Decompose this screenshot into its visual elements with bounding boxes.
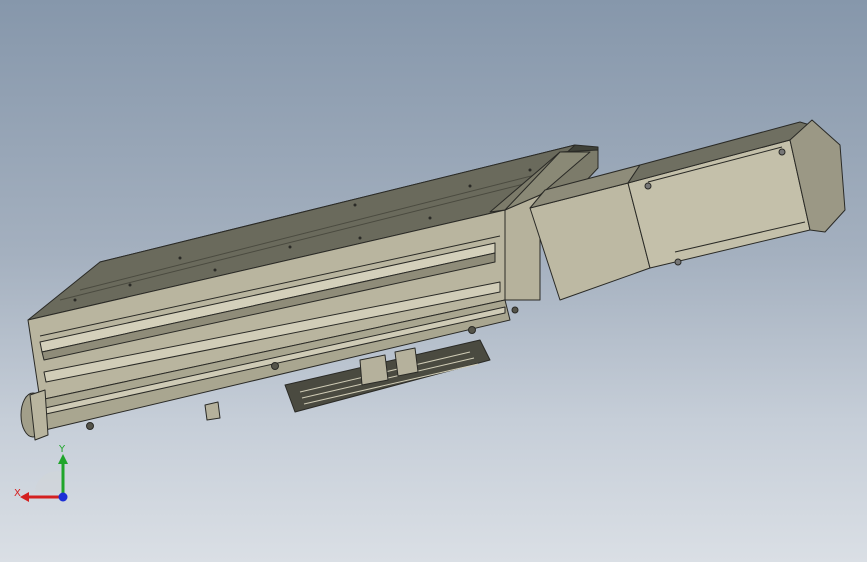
z-axis-dot <box>58 492 68 502</box>
x-axis-label: X <box>14 488 21 499</box>
model-3d-view[interactable] <box>0 0 867 562</box>
y-axis-label: Y <box>58 444 66 455</box>
y-axis-arrowhead <box>58 454 68 464</box>
x-axis-arrowhead <box>20 492 29 502</box>
axis-triad: Y X <box>14 444 68 502</box>
graphics-viewport[interactable]: Y X <box>0 0 867 562</box>
triad-plane <box>35 471 63 492</box>
